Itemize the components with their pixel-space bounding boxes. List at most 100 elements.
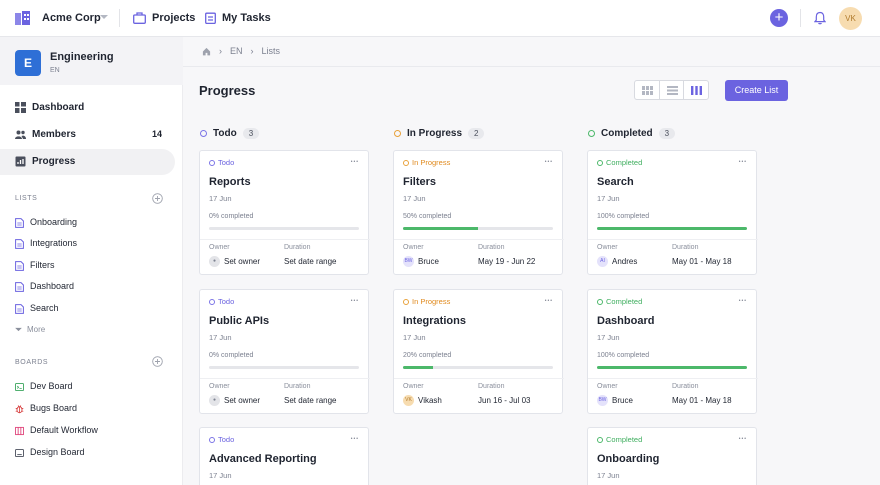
duration-label: Duration [478,244,505,251]
card-title[interactable]: Search [597,176,634,188]
status-text: Completed [606,158,643,167]
more-options-icon[interactable]: ••• [739,159,747,165]
task-card[interactable]: In Progress ••• Filters 17 Jun 50% completed… [393,150,564,275]
briefcase-icon [133,12,146,24]
user-placeholder-icon: ● [209,395,220,406]
task-card[interactable]: Todo ••• Reports 17 Jun 0% completed Owner Dur… [199,150,370,275]
sidebar-item-members[interactable]: Members 14 [0,122,175,148]
owner-value[interactable]: AI Andres [597,256,637,267]
sidebar-item-progress[interactable]: Progress [0,149,175,175]
progress-fill [403,227,478,230]
status-text: Todo [218,435,235,444]
card-title[interactable]: Filters [403,176,436,188]
building-icon[interactable] [15,11,30,25]
task-card[interactable]: Completed ••• Dashboard 17 Jun 100% complete… [587,289,758,414]
progress-text: 100% completed [597,213,650,220]
sidebar-board-label: Bugs Board [30,403,78,413]
owner-value[interactable]: ● Set owner [209,395,260,406]
grid-view-button[interactable] [635,81,660,99]
more-lists-toggle[interactable]: More [15,325,45,334]
boards-section-title: BOARDS [15,359,49,366]
owner-value[interactable]: BW Bruce [403,256,439,267]
more-options-icon[interactable]: ••• [351,298,359,304]
add-list-icon[interactable] [152,193,163,204]
owner-value[interactable]: VK Vikash [403,395,442,406]
breadcrumb-separator: › [219,46,222,56]
duration-value[interactable]: Set date range [284,396,336,405]
breadcrumb-item-lists[interactable]: Lists [262,46,281,56]
design-board-icon [15,448,24,458]
progress-bar [209,227,359,230]
task-card[interactable]: In Progress ••• Integrations 17 Jun 20% comp… [393,289,564,414]
bell-icon[interactable] [814,11,826,25]
chevron-down-icon[interactable] [100,14,108,20]
owner-name: Set owner [224,257,261,266]
list-icon [666,86,678,95]
status-label: In Progress [403,158,450,167]
card-title[interactable]: Integrations [403,315,466,327]
nav-my-tasks[interactable]: My Tasks [205,10,271,26]
task-card[interactable]: Todo ••• Public APIs 17 Jun 0% completed Owne… [199,289,370,414]
duration-value[interactable]: May 19 - Jun 22 [478,257,535,266]
status-dot-icon [597,436,603,443]
card-date: 17 Jun [403,333,426,342]
top-bar: Acme Corp Projects My Tasks + VK [0,0,880,37]
status-dot-icon [394,129,401,137]
sidebar-list-label: Integrations [30,238,78,248]
board-view-button[interactable] [684,81,708,99]
company-name[interactable]: Acme Corp [42,12,101,24]
duration-value[interactable]: Set date range [284,257,336,266]
home-icon[interactable] [202,47,211,56]
duration-label: Duration [672,244,699,251]
card-title[interactable]: Public APIs [209,315,269,327]
progress-fill [597,227,747,230]
more-options-icon[interactable]: ••• [545,298,553,304]
status-text: In Progress [412,297,451,306]
owner-value[interactable]: BW Bruce [597,395,633,406]
more-label: More [27,325,46,334]
more-options-icon[interactable]: ••• [739,436,747,442]
column-header-todo: Todo 3 [200,126,260,140]
more-options-icon[interactable]: ••• [739,298,747,304]
task-card[interactable]: Completed ••• Onboarding 17 Jun [587,427,757,485]
more-options-icon[interactable]: ••• [351,436,359,442]
create-list-button[interactable]: Create List [725,80,788,101]
owner-name: Bruce [418,257,439,266]
owner-label: Owner [209,244,230,251]
breadcrumb-item-workspace[interactable]: EN [230,46,243,56]
more-options-icon[interactable]: ••• [545,159,553,165]
task-card[interactable]: Todo ••• Advanced Reporting 17 Jun [199,427,369,485]
add-button[interactable]: + [770,9,788,27]
members-icon [15,130,26,139]
card-title[interactable]: Dashboard [597,315,654,327]
progress-bar [597,227,747,230]
owner-name: Andres [612,257,638,266]
more-options-icon[interactable]: ••• [351,159,359,165]
duration-value[interactable]: May 01 - May 18 [672,396,732,405]
card-title[interactable]: Reports [209,176,251,188]
progress-icon [15,156,26,167]
list-view-button[interactable] [660,81,685,99]
status-label: Todo [209,435,234,444]
card-title[interactable]: Advanced Reporting [209,453,317,465]
sidebar-list-label: Onboarding [30,217,78,227]
nav-projects[interactable]: Projects [133,10,195,26]
workspace-name: Engineering [50,51,114,63]
members-count: 14 [151,129,162,139]
user-avatar[interactable]: VK [839,7,862,30]
task-card[interactable]: Completed ••• Search 17 Jun 100% completed Ow… [587,150,758,275]
card-title[interactable]: Onboarding [597,453,659,465]
sidebar-item-dashboard[interactable]: Dashboard [0,95,175,121]
column-count-badge: 2 [468,127,485,139]
duration-label: Duration [478,383,505,390]
workspace-switcher[interactable]: E Engineering EN [0,37,183,85]
status-text: In Progress [412,158,451,167]
status-dot-icon [209,298,215,305]
duration-value[interactable]: Jun 16 - Jul 03 [478,396,530,405]
duration-value[interactable]: May 01 - May 18 [672,257,732,266]
owner-value[interactable]: ● Set owner [209,256,260,267]
user-placeholder-icon: ● [209,256,220,267]
sidebar-item-label: Dashboard [32,102,85,113]
column-header-in-progress: In Progress 2 [394,126,485,140]
add-board-icon[interactable] [152,356,163,367]
